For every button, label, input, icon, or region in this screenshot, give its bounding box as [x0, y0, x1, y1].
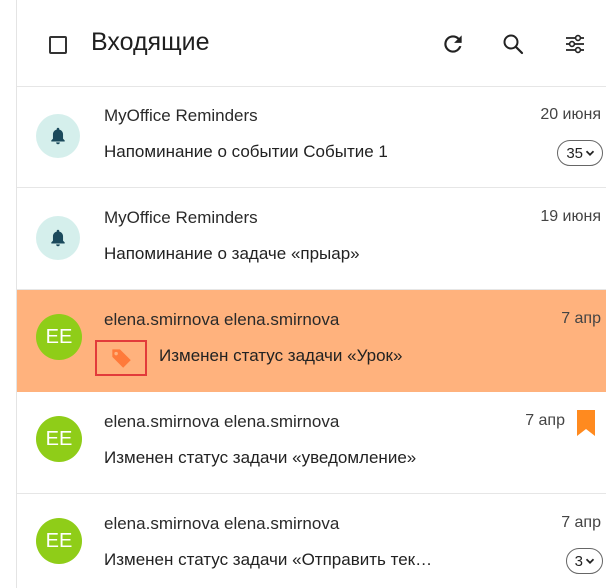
tag-icon [111, 349, 131, 368]
chevron-down-icon [585, 150, 595, 156]
message-date: 7 апр [525, 412, 565, 429]
message-row[interactable]: MyOffice Reminders 20 июня Напоминание о… [17, 86, 606, 188]
message-row[interactable]: EE elena.smirnova elena.smirnova 7 апр И… [17, 392, 606, 494]
message-subject: Изменен статус задачи «уведомление» [104, 448, 417, 467]
list-header: Входящие [17, 0, 606, 87]
message-subject: Напоминание о задаче «прыар» [104, 244, 360, 263]
thread-count-badge[interactable]: 3 [565, 548, 603, 574]
select-all-checkbox[interactable] [49, 36, 67, 54]
tag-highlight[interactable] [95, 340, 147, 376]
sender-name: elena.smirnova elena.smirnova [104, 514, 340, 533]
folder-title: Входящие [91, 28, 210, 56]
chevron-down-icon [585, 558, 595, 564]
message-list-panel: Входящие MyOffice Reminders 20 июня Напо… [16, 0, 606, 588]
message-date: 7 апр [561, 310, 601, 327]
filter-settings-icon[interactable] [559, 28, 591, 60]
message-date: 7 апр [561, 514, 601, 531]
sender-name: elena.smirnova elena.smirnova [104, 310, 340, 329]
bell-icon [51, 127, 65, 145]
refresh-icon[interactable] [437, 28, 469, 60]
search-icon[interactable] [497, 28, 529, 60]
message-date: 19 июня [540, 208, 601, 225]
sender-name: MyOffice Reminders [104, 208, 258, 227]
thread-count: 3 [574, 552, 583, 570]
message-subject: Напоминание о событии Событие 1 [104, 142, 388, 161]
message-subject: Изменен статус задачи «Отправить тек… [104, 550, 433, 569]
message-subject: Изменен статус задачи «Урок» [159, 346, 403, 365]
thread-count-badge[interactable]: 35 [557, 140, 603, 166]
message-date: 20 июня [540, 106, 601, 123]
bookmark-icon[interactable] [575, 410, 597, 441]
avatar [36, 216, 80, 260]
message-row-selected[interactable]: EE elena.smirnova elena.smirnova 7 апр И… [17, 290, 606, 392]
avatar: EE [36, 518, 82, 564]
sender-name: MyOffice Reminders [104, 106, 258, 125]
avatar: EE [36, 314, 82, 360]
message-row[interactable]: EE elena.smirnova elena.smirnova 7 апр И… [17, 494, 606, 588]
message-row[interactable]: MyOffice Reminders 19 июня Напоминание о… [17, 188, 606, 290]
avatar [36, 114, 80, 158]
thread-count: 35 [566, 144, 583, 162]
sender-name: elena.smirnova elena.smirnova [104, 412, 340, 431]
avatar: EE [36, 416, 82, 462]
bell-icon [51, 229, 65, 247]
